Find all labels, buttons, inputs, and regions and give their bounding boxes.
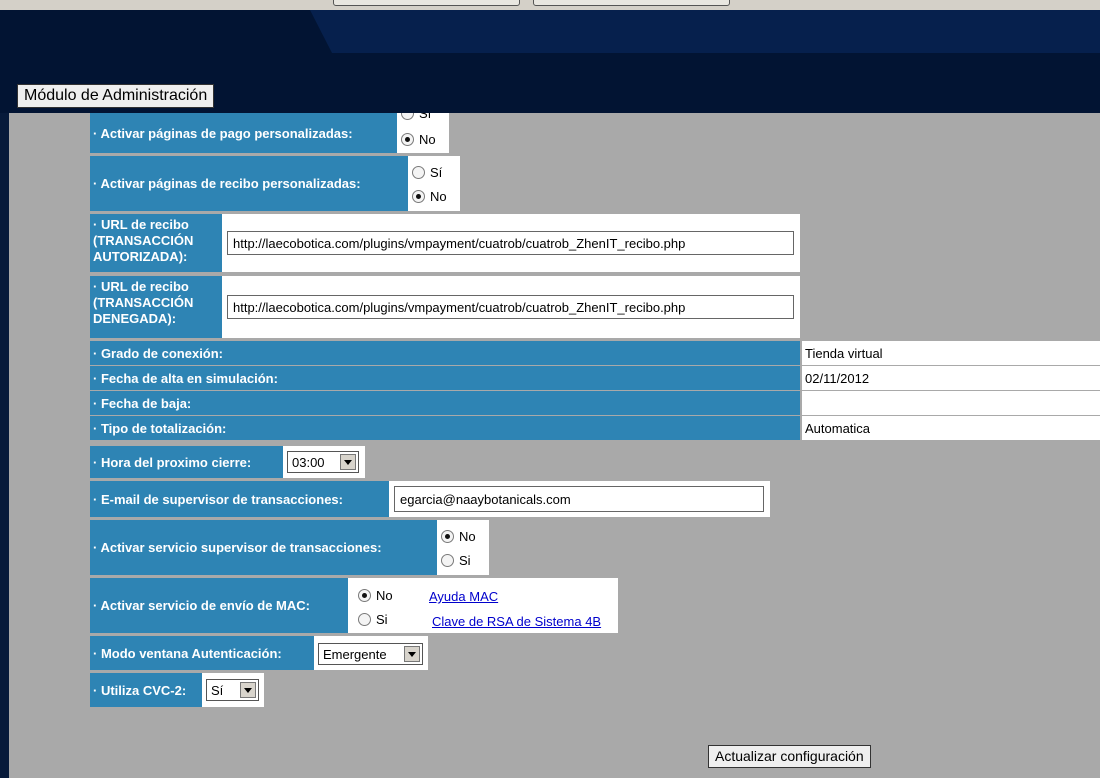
auth-window-select[interactable]: Emergente (318, 643, 423, 665)
supervisor-service-no-label: No (459, 528, 476, 544)
cvc2-value: Sí (211, 682, 224, 698)
update-config-button[interactable]: Actualizar configuración (708, 745, 871, 768)
supervisor-email-label: · E-mail de supervisor de transacciones: (90, 481, 389, 517)
receipt-pages-no-option[interactable]: No (408, 184, 460, 208)
supervisor-service-yes-option[interactable]: Si (437, 548, 489, 572)
pay-pages-yes-option[interactable]: Sí (397, 113, 449, 125)
cvc2-select[interactable]: Sí (206, 679, 259, 701)
top-button-left[interactable] (333, 0, 520, 6)
top-button-right[interactable] (533, 0, 730, 6)
supervisor-service-label: · Activar servicio supervisor de transac… (90, 520, 437, 575)
browser-top-strip (0, 0, 1100, 10)
left-border (0, 113, 9, 778)
pay-pages-options: Sí No (397, 113, 449, 153)
auth-window-label: · Modo ventana Autenticación: (90, 636, 314, 670)
connection-grade-value: Tienda virtual (802, 341, 1100, 365)
connection-grade-label: · Grado de conexión: (90, 341, 800, 365)
totalization-type-value: Automatica (802, 416, 1100, 440)
mac-service-yes-radio[interactable] (358, 612, 371, 626)
mac-service-yes-label: Si (376, 611, 388, 627)
supervisor-service-yes-label: Si (459, 552, 471, 568)
close-time-value: 03:00 (292, 454, 325, 470)
auth-window-value: Emergente (323, 646, 387, 662)
chevron-down-icon[interactable] (240, 682, 256, 698)
url-denied-input[interactable] (227, 295, 794, 319)
mac-help-link[interactable]: Ayuda MAC (429, 589, 498, 604)
close-time-label: · Hora del proximo cierre: (90, 446, 283, 478)
header-band (310, 10, 1100, 53)
chevron-down-icon[interactable] (340, 454, 356, 470)
admin-module-button[interactable]: Módulo de Administración (17, 84, 215, 108)
deactivation-date-value (802, 391, 1100, 415)
supervisor-service-no-option[interactable]: No (437, 524, 489, 548)
rsa-key-link[interactable]: Clave de RSA de Sistema 4B (432, 614, 601, 629)
receipt-pages-yes-radio[interactable] (412, 165, 425, 179)
supervisor-service-yes-radio[interactable] (441, 553, 454, 567)
receipt-pages-yes-label: Sí (430, 164, 443, 180)
pay-pages-yes-label: Sí (419, 113, 432, 121)
pay-pages-yes-radio[interactable] (401, 113, 414, 120)
supervisor-service-no-radio[interactable] (441, 529, 454, 543)
pay-pages-no-option[interactable]: No (397, 127, 449, 151)
close-time-select[interactable]: 03:00 (287, 451, 359, 473)
pay-pages-no-label: No (419, 131, 436, 147)
supervisor-email-input[interactable] (394, 486, 764, 512)
url-authorized-input[interactable] (227, 231, 794, 255)
deactivation-date-label: · Fecha de baja: (90, 391, 800, 415)
simulation-date-value: 02/11/2012 (802, 366, 1100, 390)
receipt-pages-no-radio[interactable] (412, 189, 425, 203)
supervisor-service-options: No Si (437, 520, 489, 575)
simulation-date-label: · Fecha de alta en simulación: (90, 366, 800, 390)
receipt-pages-yes-option[interactable]: Sí (408, 160, 460, 184)
receipt-pages-options: Sí No (408, 156, 460, 211)
chevron-down-icon[interactable] (404, 646, 420, 662)
url-denied-label: · URL de recibo (TRANSACCIÓN DENEGADA): (90, 276, 222, 338)
totalization-type-label: · Tipo de totalización: (90, 416, 800, 440)
mac-service-label: · Activar servicio de envío de MAC: (90, 578, 348, 633)
pay-pages-label: · Activar páginas de pago personalizadas… (90, 113, 397, 153)
mac-service-no-radio[interactable] (358, 588, 371, 602)
cvc2-label: · Utiliza CVC-2: (90, 673, 202, 707)
pay-pages-no-radio[interactable] (401, 132, 414, 146)
mac-service-no-label: No (376, 587, 393, 603)
receipt-pages-no-label: No (430, 188, 447, 204)
url-authorized-label: · URL de recibo (TRANSACCIÓN AUTORIZADA)… (90, 214, 222, 272)
receipt-pages-label: · Activar páginas de recibo personalizad… (90, 156, 408, 211)
